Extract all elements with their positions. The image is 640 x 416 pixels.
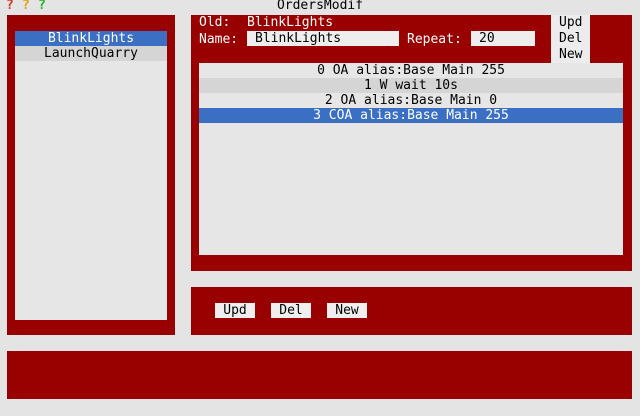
side-delete-button[interactable]: Del xyxy=(551,31,590,47)
order-item[interactable]: 1 W wait 10s xyxy=(199,78,623,93)
repeat-field[interactable]: 20 xyxy=(471,31,535,46)
side-update-button[interactable]: Upd xyxy=(551,15,590,31)
program-item-blinklights[interactable]: BlinkLights xyxy=(15,31,167,46)
program-list[interactable]: BlinkLights LaunchQuarry xyxy=(15,31,167,320)
repeat-label: Repeat: xyxy=(407,32,462,47)
name-label: Name: xyxy=(199,32,239,47)
old-label: Old: xyxy=(199,15,231,30)
status-bar xyxy=(7,351,632,399)
window-title: OrdersModif xyxy=(276,0,364,13)
side-buttons: Upd Del New xyxy=(551,15,590,63)
order-list[interactable]: 0 OA alias:Base Main 255 1 W wait 10s 2 … xyxy=(199,63,623,255)
delete-button[interactable]: Del xyxy=(271,303,311,318)
old-value: BlinkLights xyxy=(247,15,334,30)
order-item-selected[interactable]: 3 COA alias:Base Main 255 xyxy=(199,108,623,123)
order-item[interactable]: 2 OA alias:Base Main 0 xyxy=(199,93,623,108)
order-item[interactable]: 0 OA alias:Base Main 255 xyxy=(199,63,623,78)
new-button[interactable]: New xyxy=(327,303,367,318)
actions-panel xyxy=(191,287,632,335)
program-item-launchquarry[interactable]: LaunchQuarry xyxy=(15,46,167,61)
side-new-button[interactable]: New xyxy=(551,47,590,63)
name-field[interactable]: BlinkLights xyxy=(247,31,399,46)
update-button[interactable]: Upd xyxy=(215,303,255,318)
